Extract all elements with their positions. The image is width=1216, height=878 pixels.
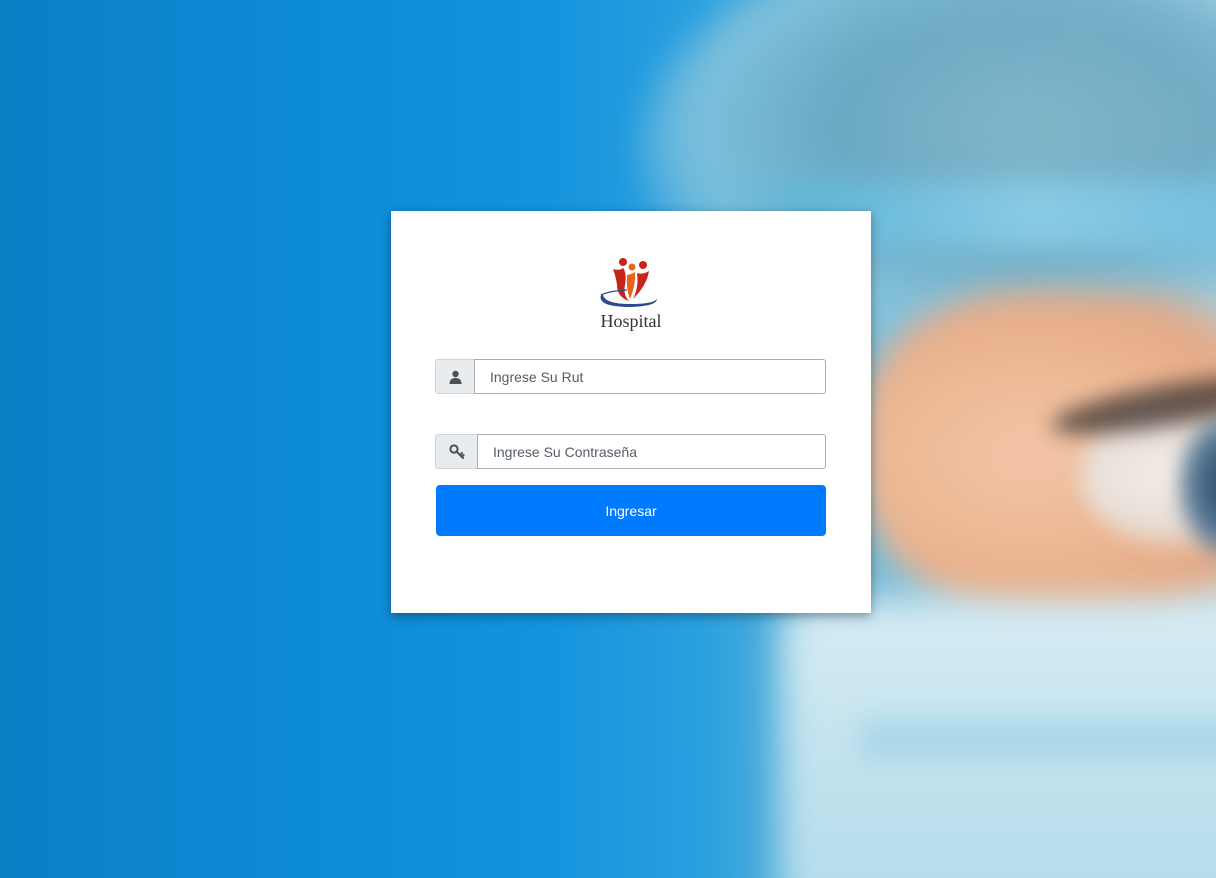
rut-input-group — [435, 359, 826, 394]
key-icon — [435, 434, 477, 469]
password-input-group — [435, 434, 826, 469]
hospital-logo-icon — [600, 258, 657, 307]
user-icon — [435, 359, 474, 394]
hospital-logo: Hospital — [587, 255, 675, 335]
logo-text: Hospital — [600, 311, 662, 331]
login-button[interactable]: Ingresar — [436, 485, 826, 536]
bg-mask-fold — [860, 720, 1216, 760]
login-card: Hospital Ingresar — [391, 211, 871, 613]
rut-input[interactable] — [474, 359, 826, 394]
password-input[interactable] — [477, 434, 826, 469]
